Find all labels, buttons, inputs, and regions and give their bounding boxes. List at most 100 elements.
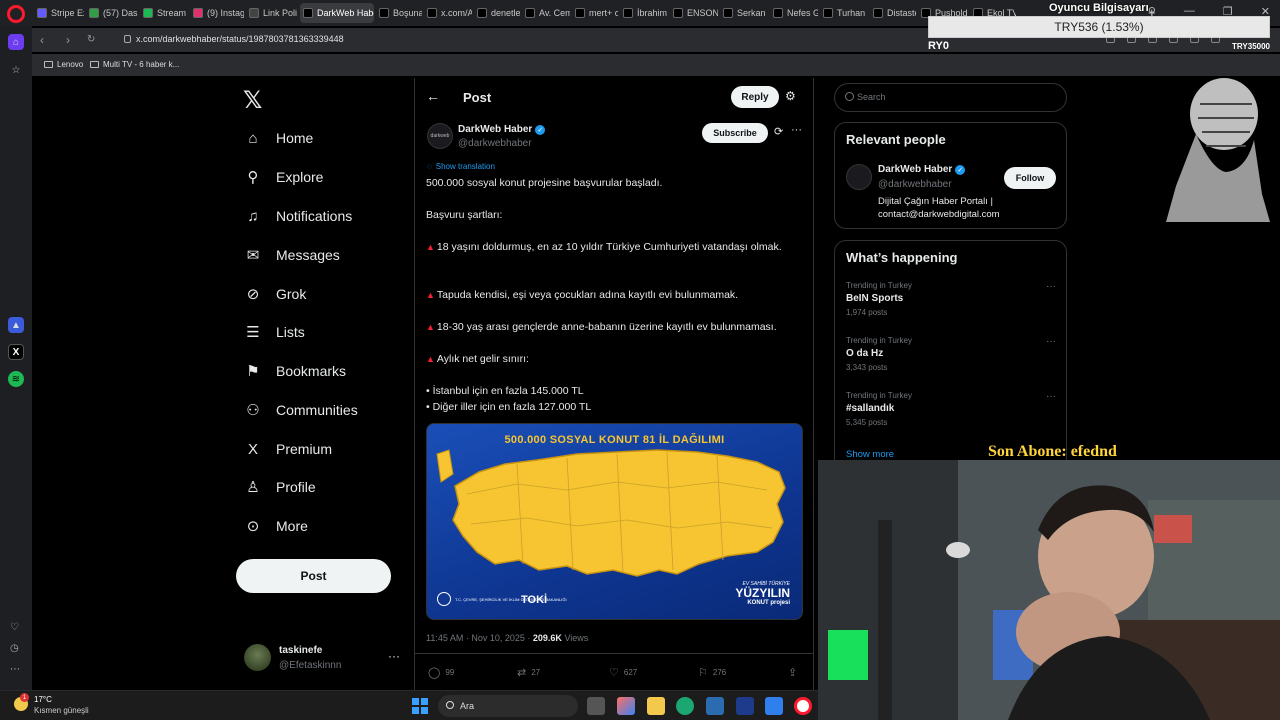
more-icon[interactable]: ··· — [791, 124, 802, 136]
post-text-line: Başvuru şartları: — [426, 207, 806, 223]
reply-button[interactable]: Reply — [731, 86, 779, 108]
ticker-left: RY0 — [928, 40, 949, 52]
nav-item-bookmarks[interactable]: ⚑ Bookmarks — [244, 358, 346, 384]
show-translation-link[interactable]: ◌ Show translation — [427, 162, 495, 171]
browser-tab[interactable]: Link Poli — [246, 3, 298, 23]
nav-item-grok[interactable]: ⊘ Grok — [244, 281, 307, 307]
bookmark-action[interactable]: ⚐ 276 — [698, 666, 726, 679]
post-time[interactable]: 11:45 AM · Nov 10, 2025 · — [426, 633, 533, 643]
url-field[interactable]: x.com/darkwebhaber/status/19878037813633… — [124, 34, 344, 44]
browser-tab[interactable]: (9) Instag — [190, 3, 244, 23]
back-arrow-icon[interactable]: ← — [426, 88, 440, 104]
grok-explain-icon[interactable]: ⟳ — [774, 125, 783, 138]
browser-tab[interactable]: ENSONI — [670, 3, 718, 23]
forward-nav-icon[interactable]: › — [66, 33, 70, 47]
subscribe-button[interactable]: Subscribe — [702, 123, 768, 143]
browser-tab[interactable]: Serkan T — [720, 3, 768, 23]
windows-start-icon[interactable] — [412, 698, 428, 714]
nav-item-lists[interactable]: ☰ Lists — [244, 319, 305, 345]
task-view-icon[interactable] — [587, 697, 605, 715]
follow-button[interactable]: Follow — [1004, 167, 1056, 189]
rail-x-icon[interactable]: X — [8, 344, 24, 360]
nav-item-messages[interactable]: ✉ Messages — [244, 242, 340, 268]
reload-icon[interactable]: ↻ — [87, 34, 95, 45]
views-label: Views — [561, 633, 589, 643]
rail-spotify-icon[interactable]: ≋ — [8, 371, 24, 387]
back-nav-icon[interactable]: ‹ — [40, 33, 44, 47]
search-input[interactable]: Search — [834, 83, 1067, 112]
store-icon[interactable] — [706, 697, 724, 715]
rail-star-icon[interactable]: ☆ — [8, 62, 24, 78]
author-handle[interactable]: @darkwebhaber — [458, 138, 532, 149]
post-button[interactable]: Post — [236, 559, 391, 593]
browser-tab[interactable]: Stripe Ex — [34, 3, 84, 23]
tab-label: DarkWeb Habe — [317, 8, 374, 18]
more-icon[interactable]: ··· — [1046, 336, 1056, 347]
browser-tab[interactable]: Turhan E — [820, 3, 868, 23]
browser-tab[interactable]: Nefes Ge — [770, 3, 818, 23]
browser-tab[interactable]: Boşuna — [376, 3, 422, 23]
repost-action[interactable]: ⇄ 27 — [517, 666, 540, 679]
browser-tab[interactable]: DarkWeb Habe — [300, 3, 374, 23]
show-more-link[interactable]: Show more — [846, 449, 894, 460]
like-action[interactable]: ♡ 627 — [609, 666, 637, 679]
bookmark-label: Lenovo — [57, 60, 84, 69]
post-image[interactable]: 500.000 SOSYAL KONUT 81 İL DAĞILIMI T.C.… — [426, 423, 803, 620]
person-avatar[interactable] — [846, 164, 872, 190]
account-name: taskinefe — [279, 645, 323, 656]
bookmark-multi-tv[interactable]: Multi TV - 6 haber k... — [90, 60, 179, 69]
trend-item[interactable]: Trending in Turkey #sallandık 5,345 posts ·… — [846, 391, 1056, 435]
taskbar-search[interactable]: Ara — [438, 695, 578, 717]
tab-favicon-icon — [873, 8, 883, 18]
browser-tab[interactable]: Stream — [140, 3, 188, 23]
edge-icon[interactable] — [676, 697, 694, 715]
opera-logo-icon[interactable] — [7, 5, 25, 23]
rail-heart-icon[interactable]: ♡ — [10, 622, 19, 633]
browser-tab[interactable]: İbrahim — [620, 3, 668, 23]
more-icon[interactable]: ··· — [1046, 391, 1056, 402]
browser-tab[interactable]: denetle — [474, 3, 520, 23]
avatar — [244, 644, 271, 671]
nav-item-notifications[interactable]: ♫ Notifications — [244, 203, 352, 229]
copilot-icon[interactable] — [617, 697, 635, 715]
person-handle[interactable]: @darkwebhaber — [878, 179, 952, 190]
nav-item-explore[interactable]: ⚲ Explore — [244, 164, 324, 190]
rail-history-icon[interactable]: ◷ — [10, 643, 19, 654]
author-name[interactable]: DarkWeb Haber ✓ — [458, 124, 546, 135]
author-avatar[interactable]: darkweb — [427, 123, 453, 149]
more-icon[interactable]: ··· — [388, 649, 400, 663]
browser-tab[interactable]: Distaste — [870, 3, 916, 23]
nav-item-premium[interactable]: X Premium — [244, 436, 332, 462]
weather-app-icon[interactable] — [765, 697, 783, 715]
more-icon[interactable]: ··· — [1046, 281, 1056, 292]
post-text: 18 yaşını doldurmuş, en az 10 yıldır Tür… — [436, 241, 782, 253]
account-switcher[interactable]: taskinefe @Efetaskinnn ··· — [244, 644, 404, 674]
rail-aria-icon[interactable]: ▲ — [8, 317, 24, 333]
bookmark-lenovo[interactable]: Lenovo — [44, 60, 83, 69]
panel-title: Relevant people — [846, 132, 946, 147]
trend-title: BeIN Sports — [846, 293, 904, 304]
sliders-icon[interactable]: ⚙ — [785, 89, 796, 103]
bio-link[interactable]: contact@darkwebdigital.com — [878, 208, 1048, 221]
nav-item-label: Premium — [276, 441, 333, 457]
x-logo-icon[interactable]: 𝕏 — [243, 86, 262, 115]
rail-home-icon[interactable]: ⌂ — [8, 34, 24, 50]
person-name[interactable]: DarkWeb Haber ✓ — [878, 164, 966, 175]
reply-action[interactable]: ◯ 99 — [428, 666, 454, 679]
file-explorer-icon[interactable] — [647, 697, 665, 715]
browser-tab[interactable]: x.com/Ar — [424, 3, 472, 23]
app-icon[interactable] — [736, 697, 754, 715]
nav-item-communities[interactable]: ⚇ Communities — [244, 397, 357, 423]
nav-item-more[interactable]: ⊙ More — [244, 513, 308, 539]
nav-item-home[interactable]: ⌂ Home — [244, 125, 313, 151]
trend-item[interactable]: Trending in Turkey O da Hz 3,343 posts ··· — [846, 336, 1056, 380]
browser-tab[interactable]: (57) Das — [86, 3, 138, 23]
webcam-scene — [818, 460, 1280, 720]
nav-item-profile[interactable]: ♙ Profile — [244, 474, 315, 500]
opera-icon[interactable] — [794, 697, 812, 715]
share-action[interactable]: ⇪ — [788, 666, 797, 679]
browser-tab[interactable]: Av. Cem — [522, 3, 570, 23]
browser-tab[interactable]: mert+ o — [572, 3, 618, 23]
rail-more-icon[interactable]: ⋯ — [10, 664, 20, 675]
trend-item[interactable]: Trending in Turkey BeIN Sports 1,974 posts… — [846, 281, 1056, 325]
